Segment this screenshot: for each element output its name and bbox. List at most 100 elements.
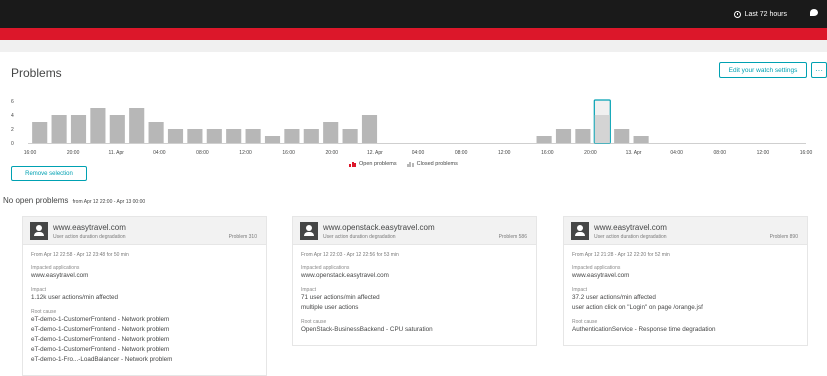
chart-bar[interactable] (129, 108, 145, 143)
x-tick-label: 20:00 (67, 150, 80, 156)
root-cause-item[interactable]: eT-demo-1-Fro...-LoadBalancer - Network … (31, 355, 258, 365)
chart-bar[interactable] (536, 136, 552, 143)
problem-card-header[interactable]: www.openstack.easytravel.com User action… (293, 217, 536, 245)
problem-card[interactable]: www.openstack.easytravel.com User action… (292, 216, 537, 346)
no-open-problems-heading: No open problems from Apr 12 22:00 - Apr… (3, 196, 145, 205)
problem-card-body: From Apr 12 22:03 - Apr 12 22:56 for 53 … (293, 245, 536, 345)
problem-card-body: From Apr 12 22:58 - Apr 12 23:48 for 50 … (23, 245, 266, 375)
y-tick-label: 2 (11, 127, 14, 133)
x-tick-label: 16:00 (24, 150, 37, 156)
edit-watch-settings-button[interactable]: Edit your watch settings (719, 62, 807, 78)
chart-bar-selected[interactable] (594, 115, 610, 143)
user-icon (571, 222, 589, 240)
problem-timeframe: From Apr 12 22:03 - Apr 12 22:56 for 53 … (301, 252, 399, 258)
x-tick-label: 12:00 (239, 150, 252, 156)
y-tick-label: 6 (11, 99, 14, 105)
chart-bar[interactable] (167, 129, 184, 143)
root-cause-item[interactable]: eT-demo-1-CustomerFrontend - Network pro… (31, 315, 258, 325)
impacted-application[interactable]: www.openstack.easytravel.com (301, 271, 528, 281)
chart-bar[interactable] (284, 129, 300, 143)
legend-open-label: Open problems (359, 161, 397, 167)
root-cause-item[interactable]: OpenStack-BusinessBackend - CPU saturati… (301, 325, 528, 335)
sub-header-bar (0, 40, 827, 52)
x-tick-label: 08:00 (455, 150, 468, 156)
problem-card-title[interactable]: www.openstack.easytravel.com (323, 223, 435, 232)
chart-bar[interactable] (342, 129, 358, 143)
problem-card-body: From Apr 12 21:28 - Apr 12 22:20 for 52 … (564, 245, 807, 345)
chart-bar[interactable] (226, 129, 242, 143)
problem-card-title[interactable]: www.easytravel.com (53, 223, 126, 232)
page-title: Problems (11, 66, 62, 80)
timeframe-label: Last 72 hours (744, 10, 787, 18)
open-problems-icon (349, 161, 356, 167)
root-cause-item[interactable]: eT-demo-1-CustomerFrontend - Network pro… (31, 335, 258, 345)
chart-bar[interactable] (51, 115, 67, 143)
chart-bar[interactable] (187, 129, 203, 143)
chart-bar[interactable] (614, 129, 630, 143)
chart-bar[interactable] (206, 129, 222, 143)
legend-closed-problems[interactable]: Closed problems (406, 161, 458, 167)
y-tick-label: 0 (11, 141, 14, 147)
chart-bar[interactable] (70, 115, 87, 143)
problem-card[interactable]: www.easytravel.com User action duration … (22, 216, 267, 376)
problem-timeframe: From Apr 12 22:58 - Apr 12 23:48 for 50 … (31, 252, 129, 258)
chart-bar[interactable] (148, 122, 164, 143)
x-tick-label: 04:00 (670, 150, 683, 156)
problem-card-subtitle: User action duration degradation (594, 234, 667, 240)
chart-bar[interactable] (109, 115, 125, 143)
chart-bar[interactable] (323, 122, 339, 143)
chat-icon[interactable] (810, 9, 818, 16)
problem-id: Problem 310 (228, 234, 257, 240)
timeframe-selector[interactable]: Last 72 hours (733, 0, 787, 28)
x-tick-label: 16:00 (282, 150, 295, 156)
problems-chart[interactable]: 0 2 4 6 16:00 20:00 11. Apr 04:00 08:00 12:00 16:0… (0, 92, 827, 172)
brand-bar (0, 28, 827, 40)
impacted-application[interactable]: www.easytravel.com (572, 271, 799, 281)
problem-timeframe: From Apr 12 21:28 - Apr 12 22:20 for 52 … (572, 252, 670, 258)
problem-card-subtitle: User action duration degradation (53, 234, 126, 240)
x-tick-label: 08:00 (196, 150, 209, 156)
problem-card-header[interactable]: www.easytravel.com User action duration … (564, 217, 807, 245)
x-tick-label: 11. Apr (108, 150, 124, 156)
x-tick-label: 12:00 (498, 150, 511, 156)
problem-card-subtitle: User action duration degradation (323, 234, 396, 240)
x-tick-label: 13. Apr (626, 150, 642, 156)
problem-card-header[interactable]: www.easytravel.com User action duration … (23, 217, 266, 245)
chart-bar[interactable] (633, 136, 649, 143)
no-open-range: from Apr 12 22:00 - Apr 13 00:00 (72, 199, 146, 205)
root-cause-item[interactable]: eT-demo-1-CustomerFrontend - Network pro… (31, 345, 258, 355)
user-icon (300, 222, 318, 240)
impact-value: 71 user actions/min affected (301, 294, 380, 301)
x-tick-label: 20:00 (584, 150, 597, 156)
problem-card[interactable]: www.easytravel.com User action duration … (563, 216, 808, 346)
legend-closed-label: Closed problems (416, 161, 458, 167)
chart-bar[interactable] (555, 129, 572, 143)
x-tick-label: 12. Apr (367, 150, 383, 156)
impact-value: 37.2 user actions/min affected (572, 294, 656, 301)
legend-open-problems[interactable]: Open problems (349, 161, 397, 167)
chart-bar[interactable] (32, 122, 48, 143)
problem-id: Problem 586 (498, 234, 527, 240)
root-cause-item[interactable]: AuthenticationService - Response time de… (572, 325, 799, 335)
no-open-title: No open problems (3, 196, 69, 205)
chart-bar[interactable] (575, 129, 591, 143)
closed-problems-icon (406, 161, 414, 167)
chart-bar[interactable] (303, 129, 319, 143)
x-tick-label: 16:00 (800, 150, 813, 156)
impact-value: multiple user actions (301, 304, 359, 311)
top-bar: Last 72 hours (0, 0, 827, 28)
problem-card-title[interactable]: www.easytravel.com (594, 223, 667, 232)
impact-value: 1.12k user actions/min affected (31, 294, 119, 301)
chart-bar[interactable] (264, 136, 281, 143)
x-tick-label: 16:00 (541, 150, 554, 156)
user-icon (30, 222, 48, 240)
chart-bar[interactable] (361, 115, 378, 143)
chart-bar[interactable] (90, 108, 106, 143)
more-options-button[interactable]: ··· (811, 62, 827, 78)
problem-id: Problem 890 (769, 234, 798, 240)
impact-value: user action click on "Login" on page /or… (572, 304, 703, 311)
root-cause-item[interactable]: eT-demo-1-CustomerFrontend - Network pro… (31, 325, 258, 335)
impacted-application[interactable]: www.easytravel.com (31, 271, 258, 281)
remove-selection-button[interactable]: Remove selection (11, 166, 87, 181)
chart-bar[interactable] (245, 129, 261, 143)
